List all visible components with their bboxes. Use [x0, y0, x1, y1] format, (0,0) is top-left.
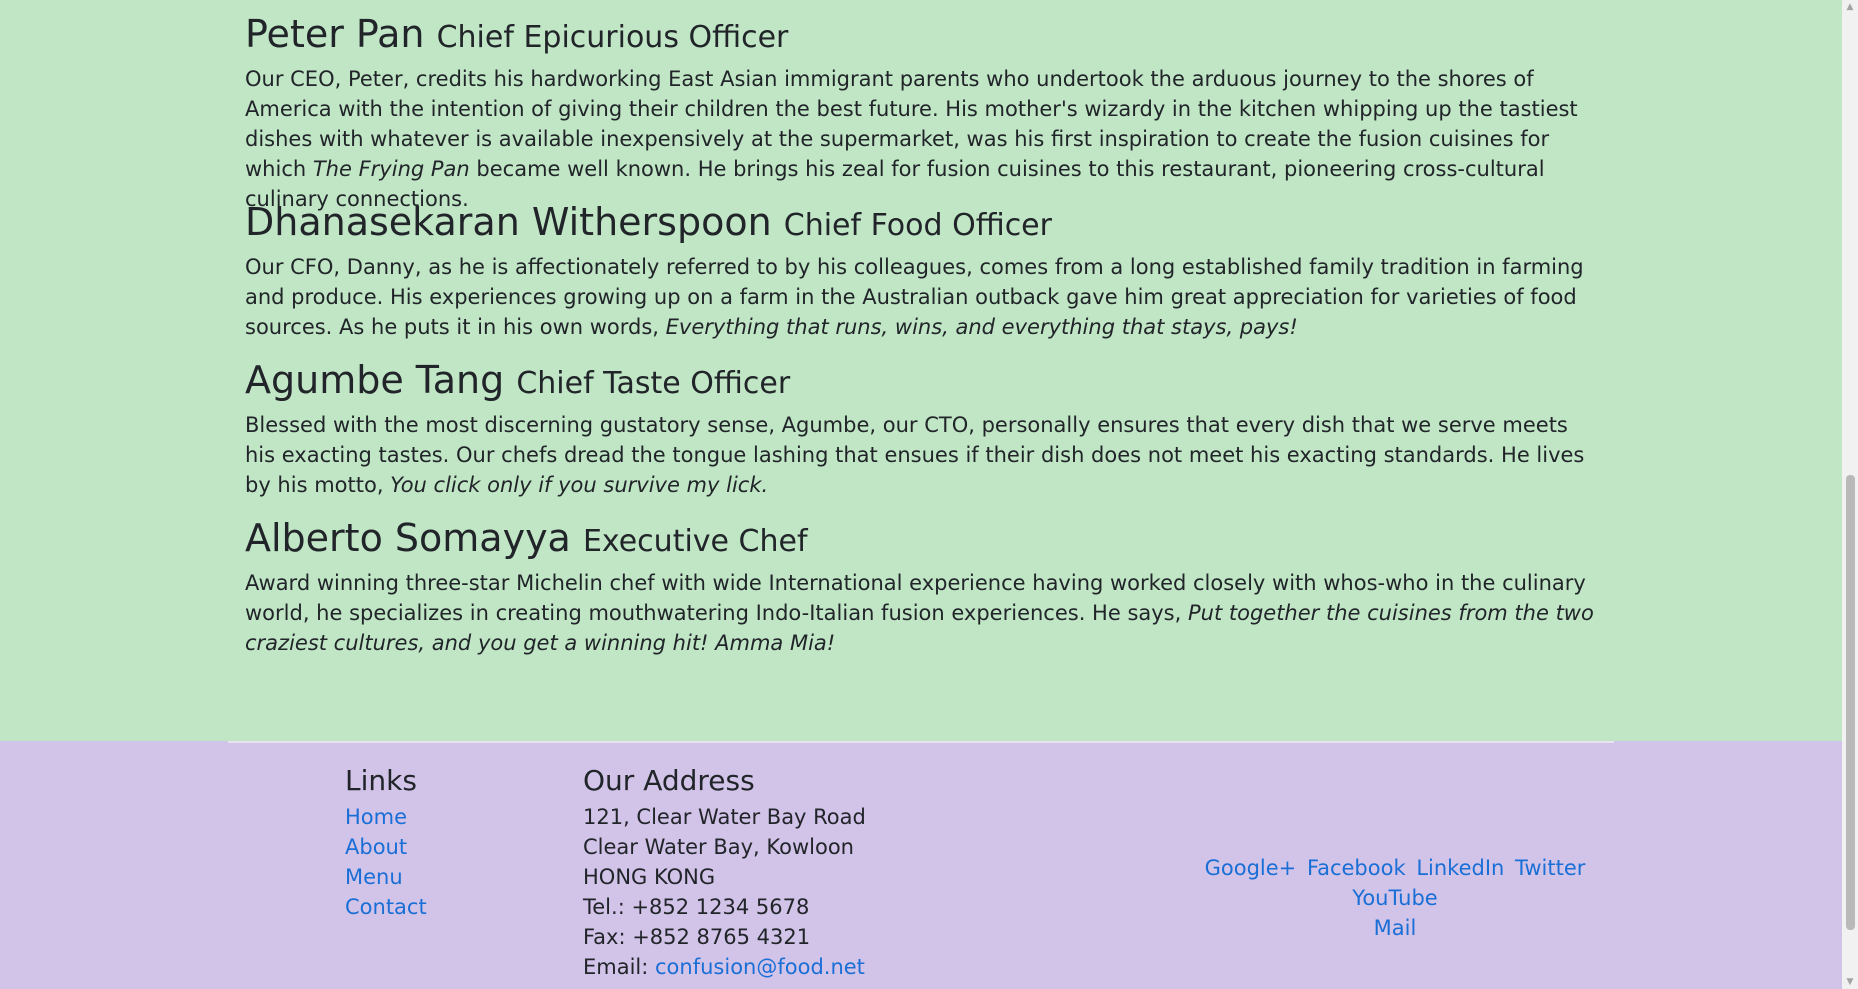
address-tel: Tel.: +852 1234 5678 — [583, 895, 810, 919]
footer-divider — [228, 741, 1614, 743]
address-country: HONG KONG — [583, 865, 716, 889]
social-links: Google+ Facebook LinkedIn Twitter YouTub… — [1160, 853, 1630, 943]
leader-name: Agumbe Tang — [245, 358, 505, 402]
leader-name: Alberto Somayya — [245, 516, 571, 560]
leader-bio: Our CFO, Danny, as he is affectionately … — [245, 252, 1595, 342]
leader-title: Executive Chef — [582, 524, 808, 559]
email-label: Email: — [583, 955, 656, 979]
google-plus-link[interactable]: Google+ — [1205, 856, 1297, 880]
footer: Links Home About Menu Contact Our Addres… — [0, 741, 1842, 989]
scroll-up-icon[interactable]: ▲ — [1842, 0, 1858, 14]
address-email-row: Email: confusion@food.net — [583, 952, 866, 982]
leader-dhanasekaran-witherspoon: Dhanasekaran Witherspoon Chief Food Offi… — [245, 198, 1595, 342]
leader-title: Chief Epicurious Officer — [436, 20, 789, 55]
youtube-link[interactable]: YouTube — [1352, 886, 1437, 910]
link-menu[interactable]: Menu — [345, 865, 403, 889]
leader-title: Chief Food Officer — [783, 208, 1052, 243]
leader-bio: Blessed with the most discerning gustato… — [245, 410, 1595, 500]
leader-heading: Peter Pan Chief Epicurious Officer — [245, 10, 1595, 62]
leader-bio: Award winning three-star Michelin chef w… — [245, 568, 1595, 658]
leader-bio: Our CEO, Peter, credits his hardworking … — [245, 64, 1595, 214]
list-item: About — [345, 832, 427, 862]
link-about[interactable]: About — [345, 835, 407, 859]
footer-address: Our Address 121, Clear Water Bay Road Cl… — [583, 764, 866, 982]
address-street: 121, Clear Water Bay Road — [583, 805, 866, 829]
page: Peter Pan Chief Epicurious Officer Our C… — [0, 0, 1842, 989]
leader-heading: Alberto Somayya Executive Chef — [245, 514, 1595, 566]
address-title: Our Address — [583, 764, 755, 797]
bio-quote: The Frying Pan — [312, 157, 470, 181]
footer-links: Links Home About Menu Contact — [345, 764, 427, 922]
mail-link[interactable]: Mail — [1374, 916, 1417, 940]
list-item: Contact — [345, 892, 427, 922]
links-title: Links — [345, 764, 417, 797]
bio-quote: Everything that runs, wins, and everythi… — [665, 315, 1298, 339]
email-link[interactable]: confusion@food.net — [655, 955, 865, 979]
linkedin-link[interactable]: LinkedIn — [1416, 856, 1504, 880]
list-item: Menu — [345, 862, 427, 892]
address-lines: 121, Clear Water Bay Road Clear Water Ba… — [583, 802, 866, 982]
twitter-link[interactable]: Twitter — [1515, 856, 1585, 880]
address-fax: Fax: +852 8765 4321 — [583, 925, 811, 949]
leader-alberto-somayya: Alberto Somayya Executive Chef Award win… — [245, 514, 1595, 658]
leader-name: Peter Pan — [245, 12, 425, 56]
scroll-down-icon[interactable]: ▼ — [1842, 975, 1858, 989]
list-item: Home — [345, 802, 427, 832]
links-list: Home About Menu Contact — [345, 802, 427, 922]
leader-heading: Agumbe Tang Chief Taste Officer — [245, 356, 1595, 408]
leader-name: Dhanasekaran Witherspoon — [245, 200, 772, 244]
scrollbar-thumb[interactable] — [1846, 475, 1855, 930]
facebook-link[interactable]: Facebook — [1307, 856, 1406, 880]
bio-quote: You click only if you survive my lick. — [390, 473, 769, 497]
leader-heading: Dhanasekaran Witherspoon Chief Food Offi… — [245, 198, 1595, 250]
corporate-leadership-section: Peter Pan Chief Epicurious Officer Our C… — [0, 0, 1842, 741]
leader-peter-pan: Peter Pan Chief Epicurious Officer Our C… — [245, 10, 1595, 214]
link-contact[interactable]: Contact — [345, 895, 427, 919]
leader-title: Chief Taste Officer — [516, 366, 791, 401]
address-district: Clear Water Bay, Kowloon — [583, 835, 854, 859]
link-home[interactable]: Home — [345, 805, 407, 829]
leader-agumbe-tang: Agumbe Tang Chief Taste Officer Blessed … — [245, 356, 1595, 500]
vertical-scrollbar[interactable]: ▲ ▼ — [1842, 0, 1858, 989]
